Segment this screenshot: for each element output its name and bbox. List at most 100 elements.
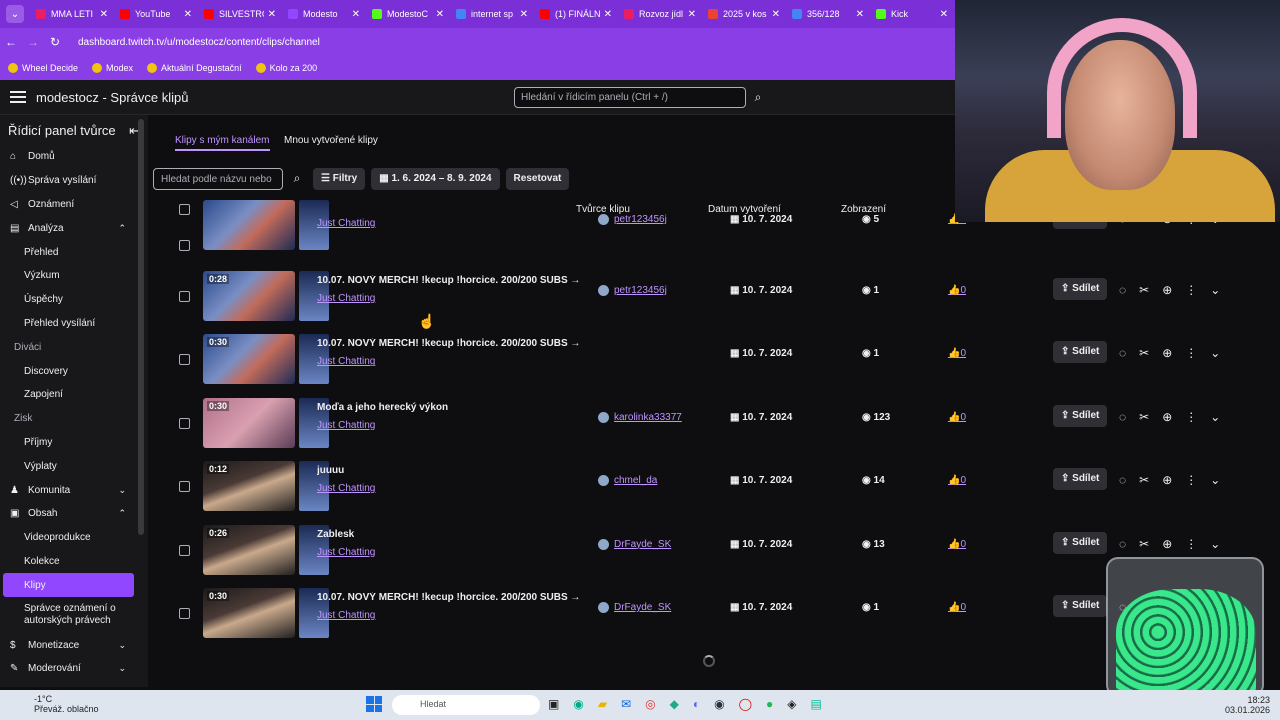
browser-tab[interactable]: Kick ✕ — [870, 0, 954, 28]
sidebar-item-příjmy[interactable]: Příjmy — [0, 431, 148, 455]
edit-clip-icon[interactable]: ✂ — [1139, 410, 1149, 424]
close-tab-icon[interactable]: ✕ — [772, 9, 780, 20]
close-tab-icon[interactable]: ✕ — [688, 9, 696, 20]
sidebar-item-výplaty[interactable]: Výplaty — [0, 454, 148, 478]
expand-icon[interactable]: ⌄ — [1210, 410, 1220, 424]
sidebar-item-úspěchy[interactable]: Úspěchy — [0, 288, 148, 312]
add-icon[interactable]: ⊕ — [1162, 473, 1172, 487]
chevron-icon[interactable]: ⌄ — [118, 663, 126, 674]
share-button[interactable]: ⇪ Sdílet — [1053, 341, 1108, 364]
tab-search-icon[interactable]: ⌄ — [6, 5, 24, 23]
clip-thumbnail[interactable]: 0:30 — [203, 397, 295, 448]
bookmark[interactable]: Aktuální Degustační — [147, 63, 242, 73]
feature-icon[interactable]: ◌ — [1119, 346, 1126, 360]
row-checkbox[interactable] — [179, 291, 190, 302]
clip-likes[interactable]: 👍0 — [948, 412, 966, 423]
more-icon[interactable]: ⋮ — [1185, 283, 1197, 297]
expand-icon[interactable]: ⌄ — [1210, 283, 1220, 297]
clip-thumbnail[interactable]: 0:12 — [203, 461, 295, 512]
chrome-icon[interactable]: ◎ — [645, 697, 655, 711]
clip-search-input[interactable]: Hledat podle názvu nebo — [153, 167, 283, 190]
add-icon[interactable]: ⊕ — [1162, 283, 1172, 297]
steam-icon[interactable]: ◉ — [714, 697, 724, 711]
sidebar-item-přehled[interactable]: Přehled — [0, 240, 148, 264]
feature-icon[interactable]: ◌ — [1119, 410, 1126, 424]
close-tab-icon[interactable]: ✕ — [436, 9, 444, 20]
app-icon[interactable]: ◈ — [787, 697, 796, 711]
row-checkbox[interactable] — [179, 544, 190, 556]
row-checkbox[interactable] — [179, 354, 190, 366]
row-checkbox[interactable] — [179, 240, 190, 251]
feature-icon[interactable]: ◌ — [1119, 473, 1126, 487]
clip-author[interactable]: DrFayde_SK — [598, 602, 671, 613]
start-icon[interactable] — [366, 696, 382, 712]
sidebar-scrollbar[interactable] — [138, 119, 144, 535]
forward-icon[interactable]: → — [22, 35, 44, 49]
menu-icon[interactable] — [10, 88, 26, 106]
clip-thumbnail[interactable]: 0:30 — [203, 588, 295, 638]
browser-tab[interactable]: Modesto ✕ — [282, 0, 366, 28]
sidebar-item-analýza[interactable]: ▤ Analýza ⌃ — [0, 216, 148, 240]
outlook-icon[interactable]: ✉ — [621, 697, 631, 711]
clip-likes[interactable]: 👍0 — [948, 539, 966, 550]
share-button[interactable]: ⇪ Sdílet — [1053, 278, 1108, 300]
chevron-icon[interactable]: ⌃ — [118, 508, 126, 519]
table-row[interactable]: 0:30 10.07. NOVÝ MERCH! !kecup !horcice. … — [173, 328, 1245, 392]
more-icon[interactable]: ⋮ — [1185, 410, 1197, 424]
bookmark[interactable]: Modex — [92, 63, 133, 73]
clip-thumbnail[interactable]: 0:28 — [203, 271, 295, 321]
clip-author[interactable]: DrFayde_SK — [598, 538, 671, 550]
close-tab-icon[interactable]: ✕ — [184, 9, 192, 20]
clip-likes[interactable]: 👍0 — [948, 602, 966, 613]
tab-created-clips[interactable]: Mnou vytvořené klipy — [284, 135, 378, 146]
sidebar-item-správce-oznámení-o-autorských-právech[interactable]: Správce oznámení o autorských právech — [0, 597, 148, 633]
taskbar-search[interactable]: Hledat — [392, 695, 540, 715]
chevron-icon[interactable]: ⌄ — [118, 640, 126, 651]
close-tab-icon[interactable]: ✕ — [268, 9, 276, 20]
clip-category[interactable]: Just Chatting — [317, 483, 375, 494]
clip-title[interactable]: Zablesk — [317, 529, 354, 540]
close-tab-icon[interactable]: ✕ — [940, 9, 948, 20]
sidebar-item-kolekce[interactable]: Kolekce — [0, 550, 148, 574]
expand-icon[interactable]: ⌄ — [1210, 537, 1220, 551]
clip-likes[interactable]: 👍0 — [948, 348, 966, 359]
clip-category[interactable]: Just Chatting — [317, 293, 375, 304]
edit-clip-icon[interactable]: ✂ — [1139, 346, 1149, 360]
sidebar-item-discovery[interactable]: Discovery — [0, 359, 148, 383]
clip-thumbnail[interactable]: 0:30 — [203, 334, 295, 385]
clip-author[interactable]: petr123456j — [598, 285, 667, 296]
sidebar-item-videoprodukce[interactable]: Videoprodukce — [0, 526, 148, 550]
sidebar-item-přehled-vysílání[interactable]: Přehled vysílání — [0, 312, 148, 336]
filters-button[interactable]: ☰ Filtry — [313, 167, 366, 190]
clip-thumbnail[interactable] — [203, 200, 295, 250]
add-icon[interactable]: ⊕ — [1162, 346, 1172, 360]
search-icon[interactable]: ⌕ — [287, 171, 307, 186]
app-icon[interactable]: ◆ — [670, 697, 679, 711]
discord-icon[interactable]: ◐ — [693, 697, 700, 711]
browser-tab[interactable]: internet sp ✕ — [450, 0, 534, 28]
dashboard-search-input[interactable]: Hledání v řídicím panelu (Ctrl + /) — [514, 87, 746, 108]
edge-icon[interactable]: ◉ — [573, 697, 583, 711]
close-tab-icon[interactable]: ✕ — [856, 9, 864, 20]
edit-clip-icon[interactable]: ✂ — [1139, 473, 1149, 487]
taskview-icon[interactable]: ▣ — [548, 697, 559, 711]
close-tab-icon[interactable]: ✕ — [352, 9, 360, 20]
explorer-icon[interactable]: ▰ — [598, 697, 607, 711]
feature-icon[interactable]: ◌ — [1119, 283, 1126, 297]
browser-tab[interactable]: ModestoC ✕ — [366, 0, 450, 28]
edit-clip-icon[interactable]: ✂ — [1139, 283, 1149, 297]
search-icon[interactable]: ⌕ — [748, 87, 768, 108]
table-row[interactable]: 0:30 Moďa a jeho herecký výkon Just Chatti… — [173, 392, 1245, 456]
close-tab-icon[interactable]: ✕ — [520, 9, 528, 20]
row-checkbox[interactable] — [179, 481, 190, 493]
sidebar-item-správa-vysílání[interactable]: ((•)) Správa vysílání — [0, 169, 148, 193]
add-icon[interactable]: ⊕ — [1162, 537, 1172, 551]
sidebar-item-oznámení[interactable]: ◁ Oznámení — [0, 193, 148, 217]
clip-author[interactable]: petr123456j — [598, 214, 667, 225]
sidebar-item-domů[interactable]: ⌂ Domů — [0, 145, 148, 169]
clip-title[interactable]: 10.07. NOVÝ MERCH! !kecup !horcice. 200/… — [317, 275, 579, 286]
clip-category[interactable]: Just Chatting — [317, 420, 375, 431]
clip-category[interactable]: Just Chatting — [317, 356, 375, 367]
table-row[interactable]: 0:26 Zablesk Just Chatting DrFayde_SK ▦ 10. … — [173, 519, 1245, 583]
reset-button[interactable]: Resetovat — [505, 167, 570, 190]
